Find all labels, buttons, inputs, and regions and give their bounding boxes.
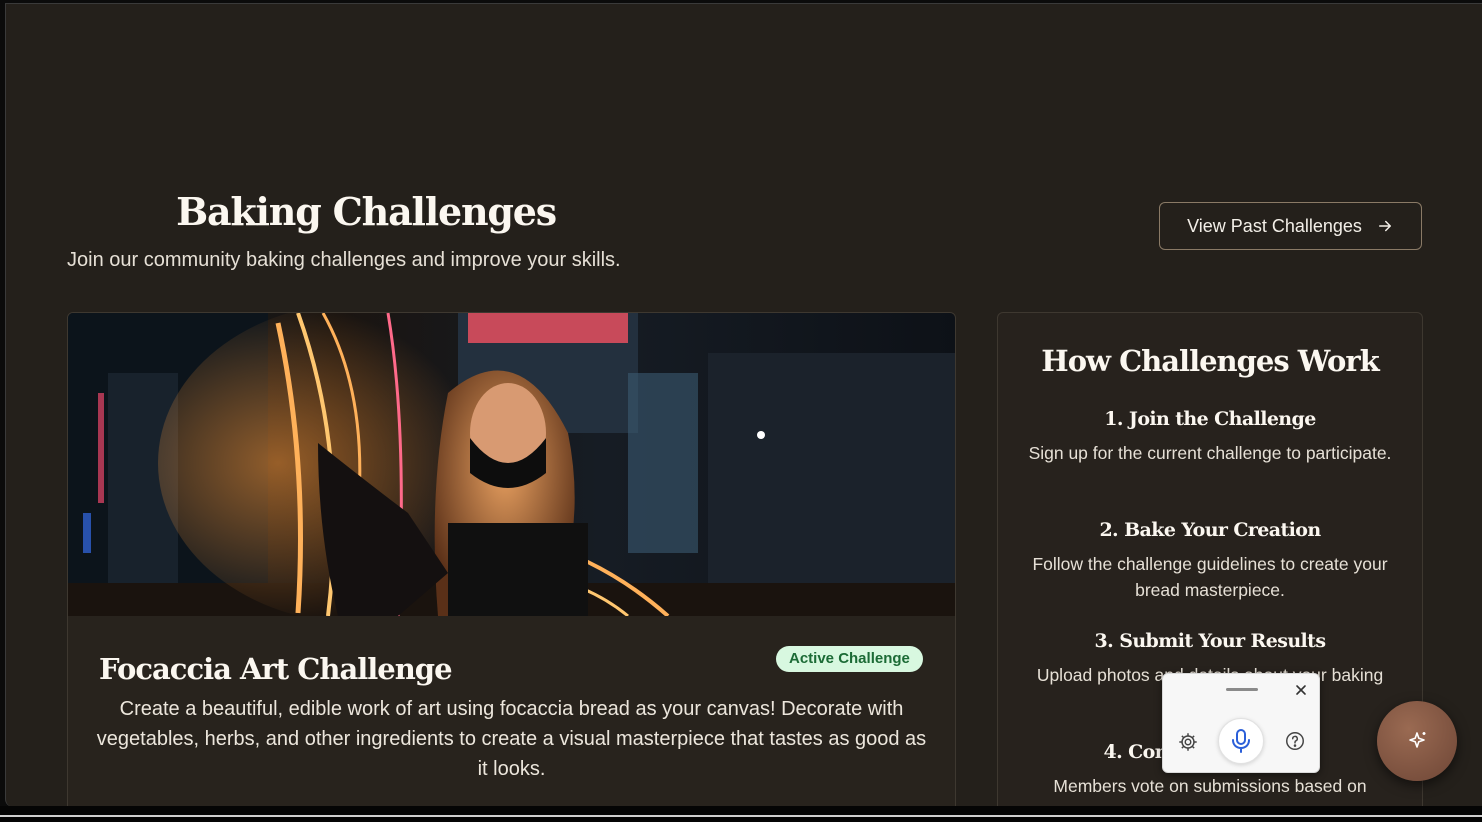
status-badge: Active Challenge — [776, 646, 923, 672]
challenge-description: Create a beautiful, edible work of art u… — [96, 698, 927, 780]
close-icon[interactable] — [1293, 682, 1309, 698]
how-it-works-title: How Challenges Work — [1041, 344, 1379, 378]
step-title: 3. Submit Your Results — [1094, 630, 1326, 652]
step-description: Follow the challenge guidelines to creat… — [1032, 554, 1388, 600]
step-title: 1. Join the Challenge — [1104, 408, 1316, 430]
microphone-icon — [1232, 729, 1250, 753]
microphone-button[interactable] — [1218, 718, 1264, 764]
gear-icon[interactable] — [1177, 731, 1199, 753]
step-join: 1. Join the Challenge Sign up for the cu… — [1018, 404, 1402, 466]
step-bake: 2. Bake Your Creation Follow the challen… — [1018, 515, 1402, 603]
step-title: 2. Bake Your Creation — [1099, 519, 1321, 541]
challenge-title: Focaccia Art Challenge — [99, 652, 453, 686]
view-past-challenges-button[interactable]: View Past Challenges — [1159, 202, 1422, 250]
ai-assistant-button[interactable] — [1377, 701, 1457, 781]
step-description: Members vote on submissions based on — [1053, 776, 1367, 796]
divider — [0, 815, 1482, 817]
page-subtitle: Join our community baking challenges and… — [67, 249, 621, 271]
challenge-image — [68, 313, 955, 616]
voice-input-widget[interactable] — [1162, 673, 1320, 773]
arrow-right-icon — [1378, 220, 1391, 232]
help-icon[interactable] — [1284, 730, 1306, 752]
taskbar-edge — [0, 806, 1482, 822]
step-description: Sign up for the current challenge to par… — [1028, 443, 1392, 463]
sparkle-icon — [1409, 732, 1426, 748]
drag-handle[interactable] — [1226, 688, 1258, 691]
page-title: Baking Challenges — [176, 189, 557, 234]
active-challenge-card[interactable]: Focaccia Art Challenge Active Challenge … — [67, 312, 956, 807]
view-past-challenges-label: View Past Challenges — [1187, 215, 1362, 236]
